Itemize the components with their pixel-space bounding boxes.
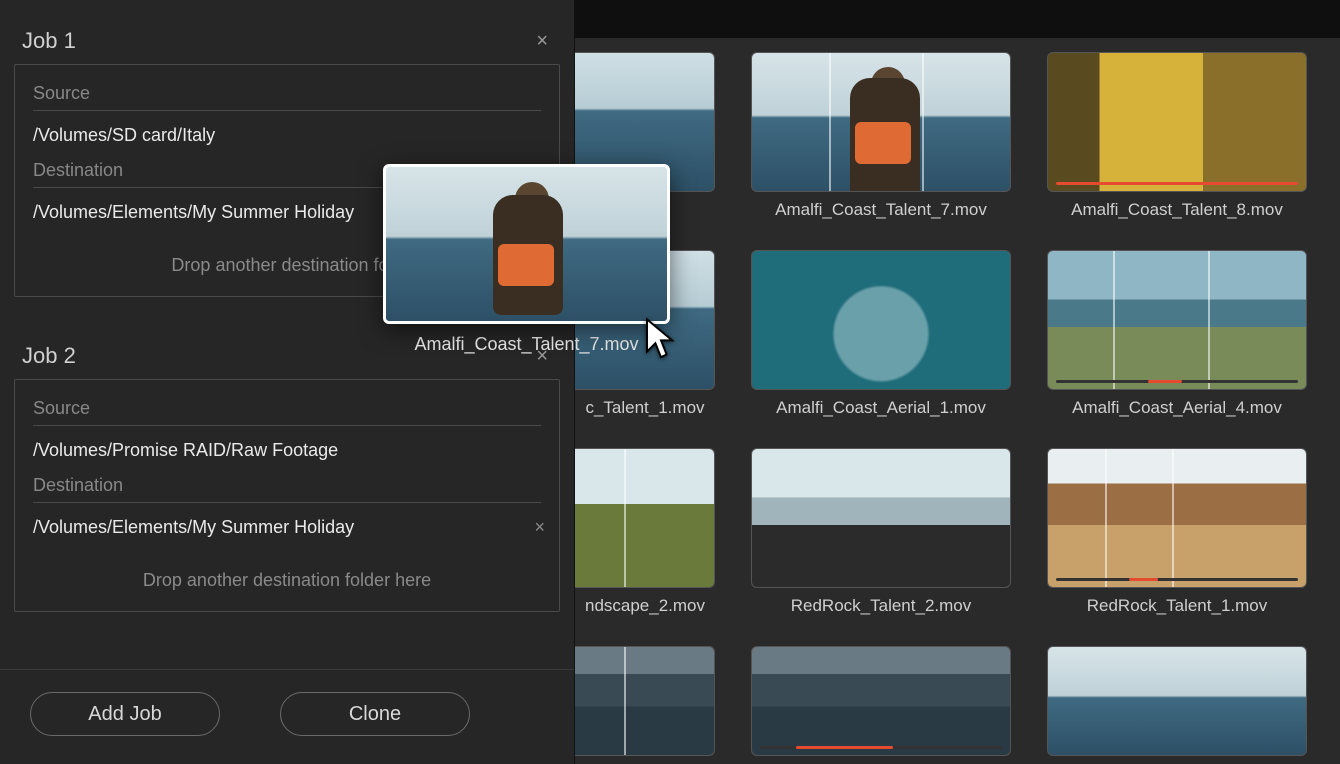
clip-thumbnail[interactable] — [1047, 646, 1307, 756]
clip-caption: Amalfi_Coast_Talent_7.mov — [775, 200, 987, 220]
source-label: Source — [33, 79, 541, 111]
job-2: Job 2 × Source /Volumes/Promise RAID/Raw… — [0, 315, 574, 630]
clone-tool-panel: Job 1 × Source /Volumes/SD card/Italy De… — [0, 0, 575, 764]
media-clip[interactable]: Amalfi_Coast_Talent_7.mov — [751, 52, 1011, 220]
media-topbar — [575, 0, 1340, 38]
remove-destination-icon[interactable]: × — [534, 517, 545, 538]
clip-thumbnail[interactable] — [575, 448, 715, 588]
source-path[interactable]: /Volumes/SD card/Italy — [33, 111, 541, 156]
media-clip[interactable] — [1047, 646, 1307, 756]
job-body[interactable]: Source /Volumes/Promise RAID/Raw Footage… — [14, 379, 560, 612]
clip-thumbnail[interactable] — [575, 646, 715, 756]
clip-thumbnail[interactable] — [1047, 250, 1307, 390]
clip-thumbnail[interactable] — [751, 250, 1011, 390]
clip-thumbnail[interactable] — [751, 646, 1011, 756]
clip-thumbnail[interactable] — [751, 448, 1011, 588]
clip-caption: ndscape_2.mov — [585, 596, 705, 616]
media-clip[interactable]: c_Talent_1.mov — [575, 250, 715, 418]
media-clip[interactable]: ndscape_2.mov — [575, 448, 715, 616]
destination-label: Destination — [33, 471, 541, 503]
media-clip[interactable]: Amalfi_Coast_Talent_8.mov — [1047, 52, 1307, 220]
destination-path[interactable]: /Volumes/Elements/My Summer Holiday — [33, 188, 541, 233]
close-icon[interactable]: × — [536, 346, 548, 366]
clip-caption: RedRock_Talent_2.mov — [791, 596, 971, 616]
destination-path[interactable]: /Volumes/Elements/My Summer Holiday — [33, 503, 541, 548]
job-title: Job 2 — [22, 343, 76, 369]
media-clip[interactable]: RedRock_Talent_1.mov — [1047, 448, 1307, 616]
media-clip[interactable]: RedRock_Talent_2.mov — [751, 448, 1011, 616]
clip-thumbnail[interactable] — [751, 52, 1011, 192]
destination-label: Destination — [33, 156, 541, 188]
job-title: Job 1 — [22, 28, 76, 54]
job-1: Job 1 × Source /Volumes/SD card/Italy De… — [0, 0, 574, 315]
add-job-button[interactable]: Add Job — [30, 692, 220, 736]
media-clip[interactable] — [575, 646, 715, 756]
media-bin: Amalfi_Coast_Talent_7.mov Amalfi_Coast_Ta… — [575, 0, 1340, 764]
drop-destination-hint[interactable]: Drop another destination folder here — [33, 548, 541, 591]
source-path[interactable]: /Volumes/Promise RAID/Raw Footage — [33, 426, 541, 471]
clip-caption: Amalfi_Coast_Aerial_1.mov — [776, 398, 986, 418]
clip-thumbnail[interactable] — [1047, 448, 1307, 588]
media-clip[interactable]: Amalfi_Coast_Aerial_4.mov — [1047, 250, 1307, 418]
clip-caption: Amalfi_Coast_Talent_8.mov — [1071, 200, 1283, 220]
media-clip[interactable]: Amalfi_Coast_Aerial_1.mov — [751, 250, 1011, 418]
close-icon[interactable]: × — [536, 31, 548, 51]
clip-caption: c_Talent_1.mov — [585, 398, 704, 418]
clip-thumbnail[interactable] — [1047, 52, 1307, 192]
job-body[interactable]: Source /Volumes/SD card/Italy Destinatio… — [14, 64, 560, 297]
clip-thumbnail[interactable] — [575, 52, 715, 192]
drop-destination-hint[interactable]: Drop another destination fold — [33, 233, 541, 276]
clone-button[interactable]: Clone — [280, 692, 470, 736]
source-label: Source — [33, 394, 541, 426]
media-clip[interactable] — [751, 646, 1011, 756]
media-clip[interactable] — [575, 52, 715, 220]
clip-thumbnail[interactable] — [575, 250, 715, 390]
clip-caption: Amalfi_Coast_Aerial_4.mov — [1072, 398, 1282, 418]
clip-caption: RedRock_Talent_1.mov — [1087, 596, 1267, 616]
